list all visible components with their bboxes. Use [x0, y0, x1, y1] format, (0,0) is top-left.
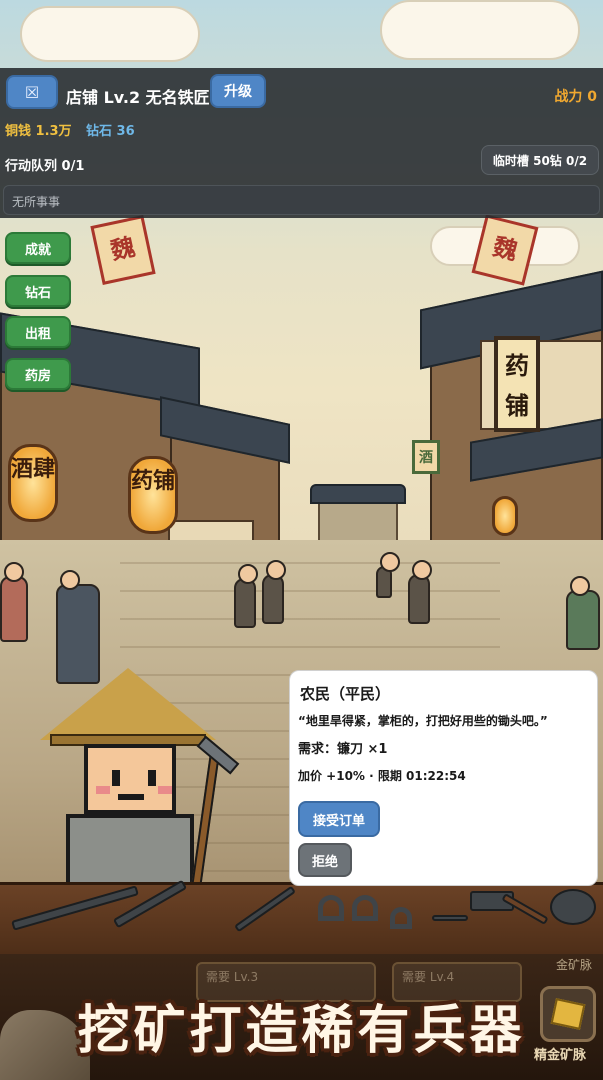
order-card: 农民（平民） “地里旱得紧，掌柜的，打把好用些的锄头吧。” 需求：镰刀 ×1 加… [289, 670, 598, 886]
cheek [96, 786, 110, 794]
diamond-count: 钻石 36 [86, 124, 135, 139]
townsperson [408, 560, 432, 624]
idle-status: 无所事事 [3, 185, 600, 215]
horseshoe-icon [390, 907, 412, 929]
gold-mine-top-label: 金矿脉 [556, 958, 593, 972]
order-price-deadline: 加价 +10% · 限期 01:22:54 [298, 769, 466, 783]
rent-button[interactable]: 出租 [5, 316, 71, 348]
diamonds-button[interactable]: 钻石 [5, 275, 71, 307]
accept-order-button[interactable]: 接受订单 [298, 801, 380, 837]
medicine-signboard: 药铺 [494, 336, 540, 432]
reject-order-button[interactable]: 拒绝 [298, 843, 352, 877]
townsperson [376, 552, 400, 598]
pharmacy-button[interactable]: 药房 [5, 358, 71, 390]
achievements-button[interactable]: 成就 [5, 232, 71, 264]
tongs-icon [234, 885, 296, 933]
mouth [118, 794, 144, 800]
menu-button[interactable]: ☒ [6, 75, 58, 109]
customer-name: 农民（平民） [300, 685, 391, 703]
wine-lantern: 酒肆 [8, 444, 58, 522]
order-requirement: 需求：镰刀 ×1 [298, 742, 388, 757]
horseshoe-icon [352, 895, 378, 921]
villager [0, 562, 28, 642]
townsperson [234, 564, 258, 628]
anvil-icon [550, 889, 596, 925]
farmer-portrait [40, 668, 240, 895]
horseshoe-icon [318, 895, 344, 921]
upgrade-button[interactable]: 升级 [210, 74, 266, 108]
eye [112, 770, 120, 786]
shop-title: 店铺 Lv.2 无名铁匠 [66, 88, 210, 107]
red-lantern [492, 496, 518, 536]
nails-icon [432, 915, 468, 921]
cheek [158, 786, 172, 794]
farmer-body [66, 814, 194, 888]
medicine-lantern: 药铺 [128, 456, 178, 534]
shopkeeper [566, 576, 600, 650]
farmer-face [84, 744, 176, 814]
small-flag: 酒 [412, 440, 440, 474]
promo-slogan: 挖矿打造稀有兵器 [77, 1000, 526, 1061]
gate-roof [310, 484, 406, 504]
workbench [0, 879, 603, 954]
customer-quote: “地里旱得紧，掌柜的，打把好用些的锄头吧。” [298, 714, 548, 728]
hoe-handle [190, 753, 220, 895]
cloud [20, 6, 200, 62]
sickle-icon [112, 879, 188, 929]
menu-icon: ☒ [24, 82, 40, 102]
copper-coins: 铜钱 1.3万 [5, 124, 72, 139]
straw-hat [40, 668, 216, 740]
townsperson [262, 560, 286, 624]
temp-slot-button[interactable]: 临时槽 50钻 0/2 [481, 145, 599, 175]
action-queue: 行动队列 0/1 [5, 159, 85, 174]
cloud [380, 0, 580, 60]
eye [148, 770, 156, 786]
combat-power: 战力 0 [554, 89, 597, 105]
